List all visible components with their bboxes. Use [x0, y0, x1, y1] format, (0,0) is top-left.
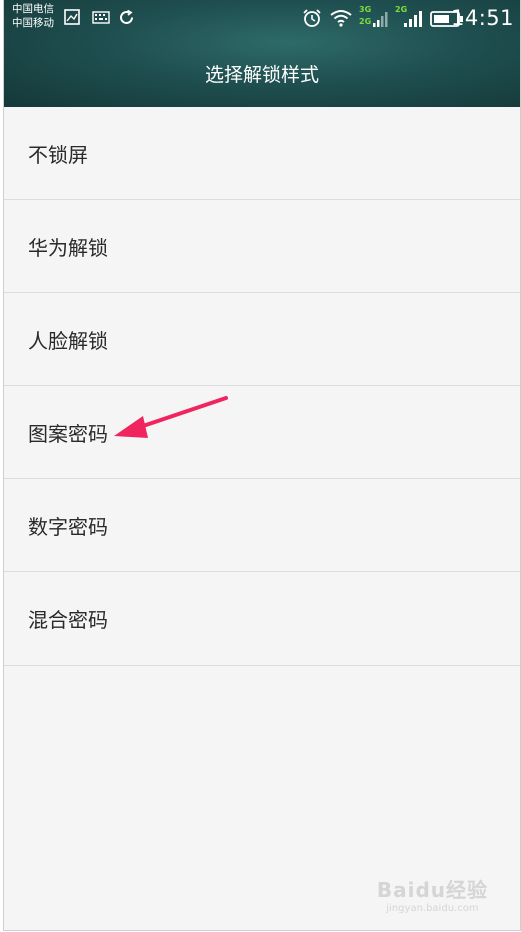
option-password[interactable]: 混合密码 [4, 572, 520, 666]
keyboard-icon [92, 11, 110, 24]
wifi-icon [330, 10, 352, 27]
image-icon [64, 9, 80, 25]
annotation-arrow-icon [114, 396, 228, 438]
lock-style-list: 不锁屏 华为解锁 人脸解锁 图案密码 数字密码 混合密码 [4, 107, 520, 666]
watermark-sub: jingyan.baidu.com [386, 903, 479, 914]
clock: 14:51 [450, 6, 514, 30]
status-bar: 中国电信 中国移动 3G 2G 2G 14:51 [4, 0, 520, 38]
phone-screen: 中国电信 中国移动 3G 2G 2G 14:51 选择解锁样式 不锁屏 华为解锁… [3, 0, 521, 931]
baidu-watermark: Baidu经验 jingyan.baidu.com [377, 874, 488, 914]
page-title: 选择解锁样式 [204, 64, 319, 86]
sync-icon [120, 9, 133, 24]
option-label: 人脸解锁 [28, 328, 108, 353]
carrier-labels: 中国电信 中国移动 [12, 2, 54, 30]
carrier-2-label: 中国移动 [12, 17, 54, 29]
carrier-1-label: 中国电信 [12, 3, 54, 15]
option-huawei-unlock[interactable]: 华为解锁 [4, 200, 520, 293]
option-no-lock[interactable]: 不锁屏 [4, 107, 520, 200]
option-label: 不锁屏 [28, 142, 88, 167]
option-face-unlock[interactable]: 人脸解锁 [4, 293, 520, 386]
sim1-network-badge-top: 3G [359, 5, 372, 14]
signal-icon [373, 12, 388, 27]
option-label: 华为解锁 [28, 235, 108, 260]
app-header: 中国电信 中国移动 3G 2G 2G 14:51 选择解锁样式 [4, 0, 520, 107]
option-label: 图案密码 [28, 421, 108, 446]
option-pin[interactable]: 数字密码 [4, 479, 520, 572]
option-label: 混合密码 [28, 608, 108, 632]
alarm-icon [303, 9, 321, 27]
watermark-main: Baidu经验 [376, 878, 488, 902]
option-label: 数字密码 [28, 514, 108, 539]
option-pattern[interactable]: 图案密码 [4, 386, 520, 479]
signal-icon [404, 11, 422, 27]
sim1-network-badge-bottom: 2G [359, 17, 372, 26]
